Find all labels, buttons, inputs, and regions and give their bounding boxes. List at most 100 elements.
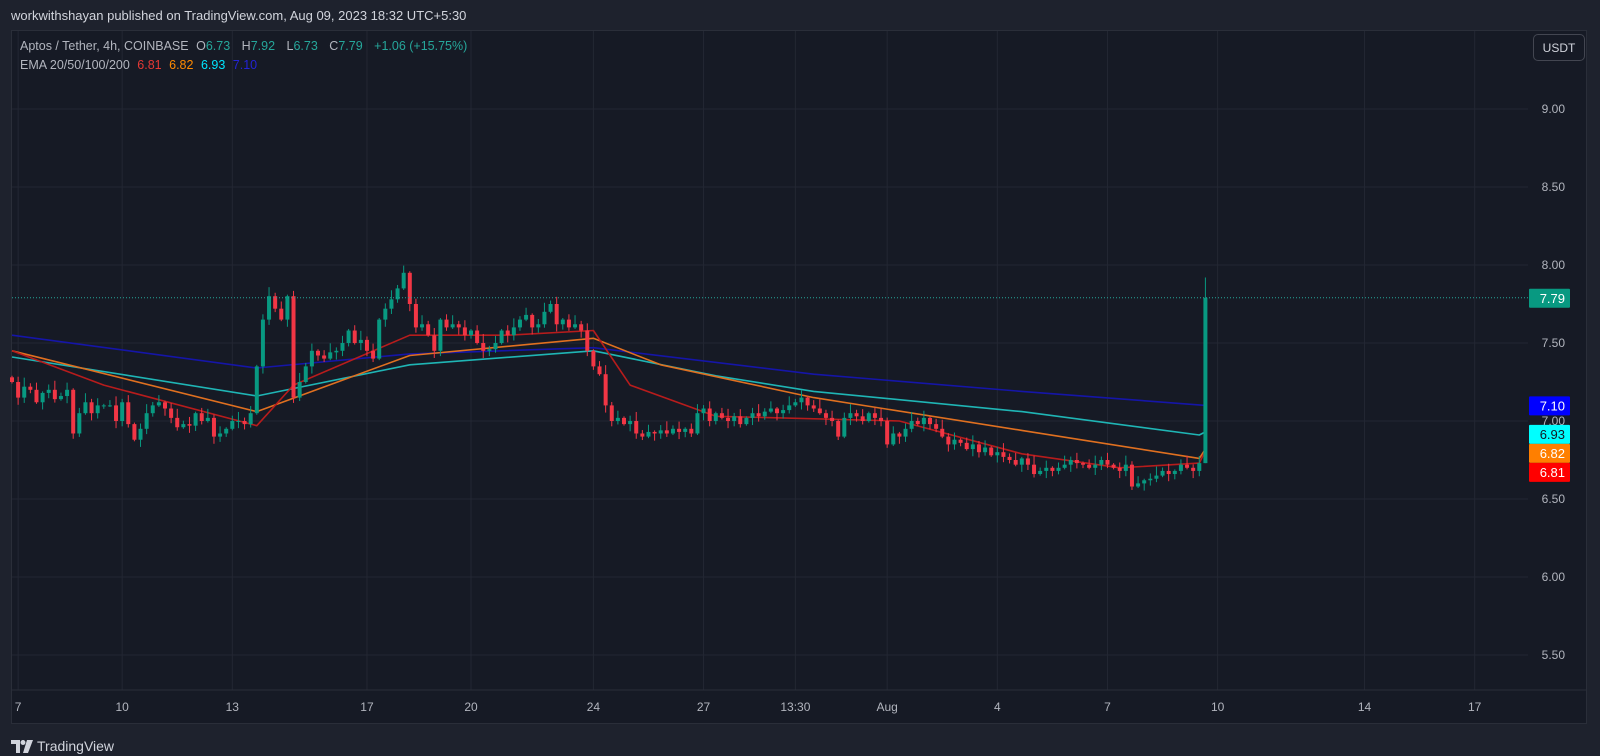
candle [1178,459,1183,475]
candle [548,300,553,314]
candle [609,401,614,427]
candle-body [689,428,694,434]
candle [915,417,920,426]
x-tick-label: 20 [464,700,478,714]
candle-body [842,417,847,437]
candle-body [1044,467,1049,471]
candle-body [805,397,810,406]
candle [242,417,247,430]
candle-body [1154,475,1159,479]
x-tick-label: 10 [115,700,129,714]
candle-body [683,428,688,432]
candle [897,431,902,444]
candle-body [866,413,871,421]
candle-body [144,413,149,429]
candle [732,412,737,427]
candle-body [707,408,712,421]
candle [683,427,688,438]
price-label-6.82: 6.82 [1529,443,1570,463]
candle [205,408,210,423]
candle [438,318,443,357]
candle [817,399,822,415]
candle [1056,462,1061,475]
candle [738,409,743,428]
candle [95,398,100,419]
candle-body [1001,452,1006,457]
ema-label[interactable]: EMA 20/50/100/200 [20,58,130,72]
candle [450,315,455,329]
candle [322,350,327,363]
candle-body [254,366,259,414]
candle-body [713,413,718,421]
candle-body [811,405,816,409]
brand-name: TradingView [37,738,115,754]
open-value: O6.73 [196,39,234,53]
candle-body [879,417,884,421]
candle [456,320,461,335]
candle [989,445,994,457]
ema200-value: 7.10 [232,58,258,72]
candle-body [1123,464,1128,471]
candle-body [224,428,229,434]
candle-body [187,424,192,426]
candle-body [352,330,357,343]
candle [634,411,639,439]
candle-body [316,350,320,356]
candle-body [603,374,608,406]
candle-body [364,339,369,351]
candle [885,417,890,448]
candle [787,396,792,414]
candle-body [628,421,633,425]
candle-body [885,421,890,445]
candle-body [738,416,743,425]
candle [511,318,516,341]
candle-body [358,339,363,343]
candle [1068,456,1073,472]
candle [891,426,896,446]
symbol-name[interactable]: Aptos / Tether, 4h, COINBASE [20,39,189,53]
candle-body [928,417,932,425]
y-tick-label: 6.50 [1542,492,1566,506]
candle [181,420,186,429]
candle-body [860,416,865,421]
candle-body [554,304,559,325]
candle-body [658,430,663,434]
candle-body [573,324,578,328]
candle-body [891,433,896,445]
x-tick-label: 4 [994,700,1001,714]
candle-body [242,421,247,425]
candle-body [150,405,155,414]
candle-body [958,439,963,443]
candle-body [652,431,657,434]
candle-body [65,389,70,397]
candle-body [775,408,779,414]
candle [187,416,192,433]
candle-body [560,319,565,325]
ema100-line [11,350,1206,436]
candle [150,401,155,417]
candle-body [1203,297,1208,464]
candle-body [836,421,841,437]
candle [107,400,112,407]
candle [291,290,296,403]
candle-body [1007,456,1012,460]
currency-button[interactable]: USDT [1533,34,1585,61]
y-tick-label: 8.50 [1542,180,1566,194]
candle [940,419,945,439]
candle [426,320,431,337]
candlestick-chart[interactable]: 5.506.006.507.007.508.008.509.007 10 13 17 2… [0,0,1600,756]
symbol-legend: Aptos / Tether, 4h, COINBASE O6.73 H7.92… [20,39,471,53]
candle [536,318,541,333]
candle [554,296,559,332]
y-tick-label: 6.00 [1542,570,1566,584]
candle [1148,473,1153,486]
candle [768,401,773,414]
tradingview-logo[interactable]: TradingView [11,738,114,754]
candle-body [622,417,626,425]
candle-body [989,447,994,456]
candle-body [1019,458,1024,465]
candle [830,410,835,427]
close-label: C [329,39,339,53]
ema20-value: 6.81 [137,58,162,72]
candle-body [309,350,314,367]
